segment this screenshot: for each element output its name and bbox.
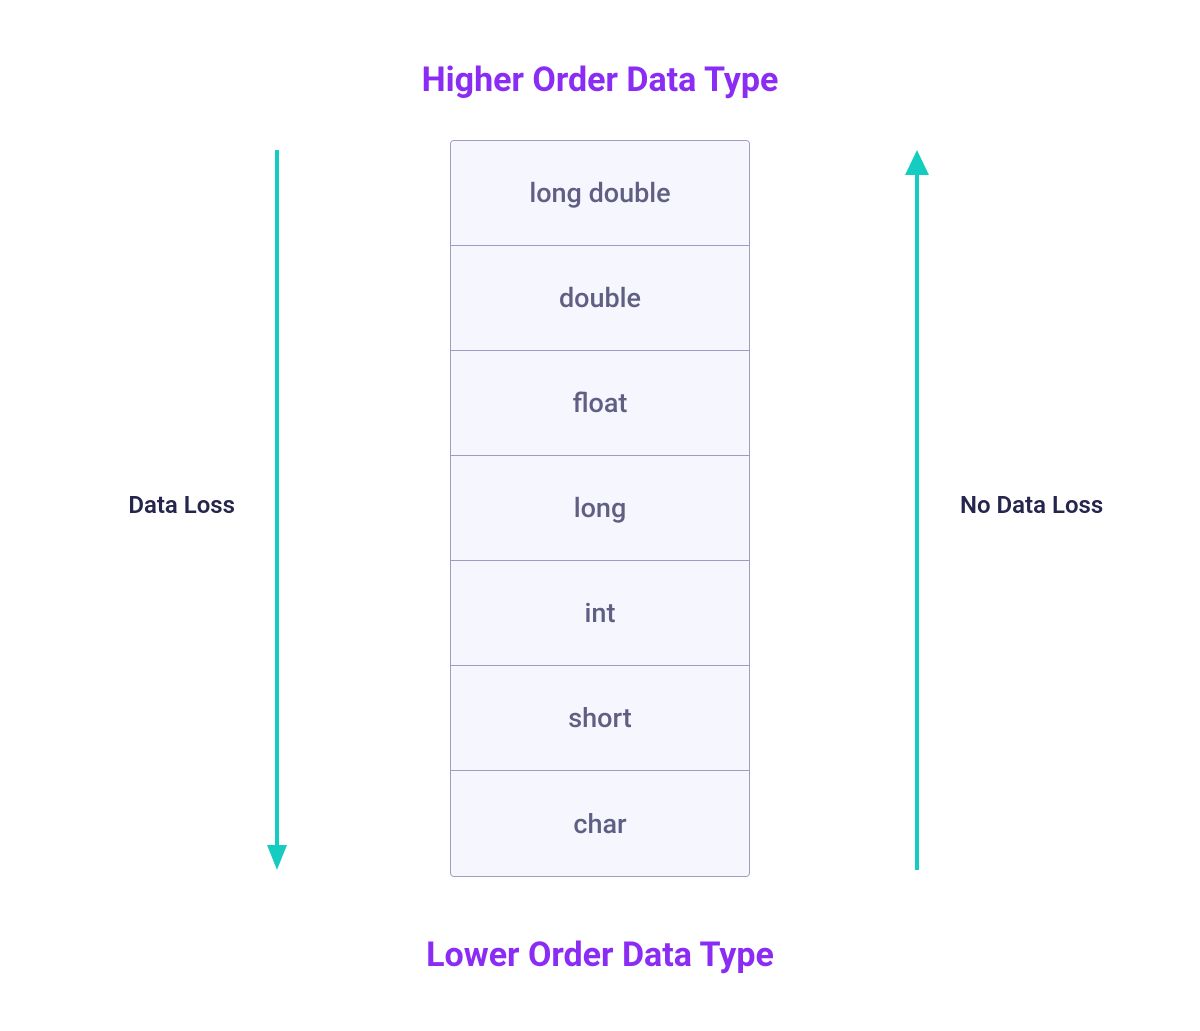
type-label: float [573, 387, 628, 419]
type-row-long-double: long double [451, 141, 749, 246]
data-type-hierarchy-table: long double double float long int short … [450, 140, 750, 877]
type-row-double: double [451, 246, 749, 351]
type-row-char: char [451, 771, 749, 876]
type-label: short [568, 702, 631, 734]
label-data-loss: Data Loss [128, 491, 235, 519]
type-label: long double [529, 177, 670, 209]
type-row-float: float [451, 351, 749, 456]
type-label: double [559, 282, 641, 314]
type-row-int: int [451, 561, 749, 666]
arrow-down-icon [267, 150, 287, 870]
type-label: int [585, 597, 616, 629]
type-label: long [574, 492, 627, 524]
type-row-long: long [451, 456, 749, 561]
arrow-up-icon [905, 150, 929, 870]
type-row-short: short [451, 666, 749, 771]
title-higher-order: Higher Order Data Type [0, 60, 1200, 100]
type-label: char [573, 808, 626, 840]
title-lower-order: Lower Order Data Type [0, 935, 1200, 975]
label-no-data-loss: No Data Loss [960, 491, 1103, 519]
